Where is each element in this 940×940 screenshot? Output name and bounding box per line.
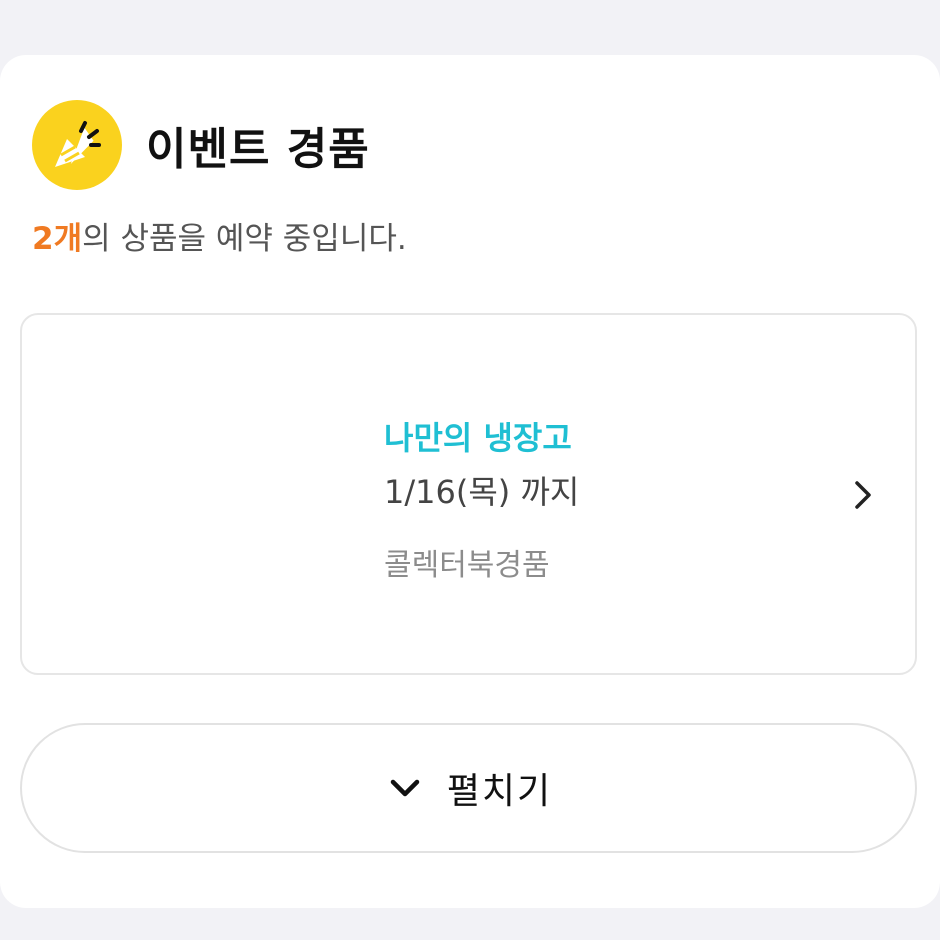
reservation-count: 2개 <box>32 221 83 257</box>
reservation-summary-text: 의 상품을 예약 중입니다. <box>82 221 407 257</box>
card-header: 이벤트 경품 <box>32 100 370 190</box>
expand-button[interactable]: 펼치기 <box>20 723 917 853</box>
reservation-summary: 2개의 상품을 예약 중입니다. <box>32 213 407 258</box>
product-deadline: 1/16(목) 까지 <box>384 473 580 511</box>
party-popper-icon <box>32 100 122 190</box>
product-name: 나만의 냉장고 <box>384 419 572 457</box>
product-category: 콜렉터북경품 <box>384 548 550 583</box>
chevron-down-icon <box>390 779 420 797</box>
page-title: 이벤트 경품 <box>146 124 370 175</box>
chevron-right-icon <box>855 481 871 509</box>
product-item[interactable]: 나만의 냉장고 1/16(목) 까지 콜렉터북경품 <box>20 313 917 675</box>
event-prize-card: 이벤트 경품 2개의 상품을 예약 중입니다. 나만의 냉장고 1/16(목) … <box>0 55 940 908</box>
expand-label: 펼치기 <box>446 771 553 812</box>
